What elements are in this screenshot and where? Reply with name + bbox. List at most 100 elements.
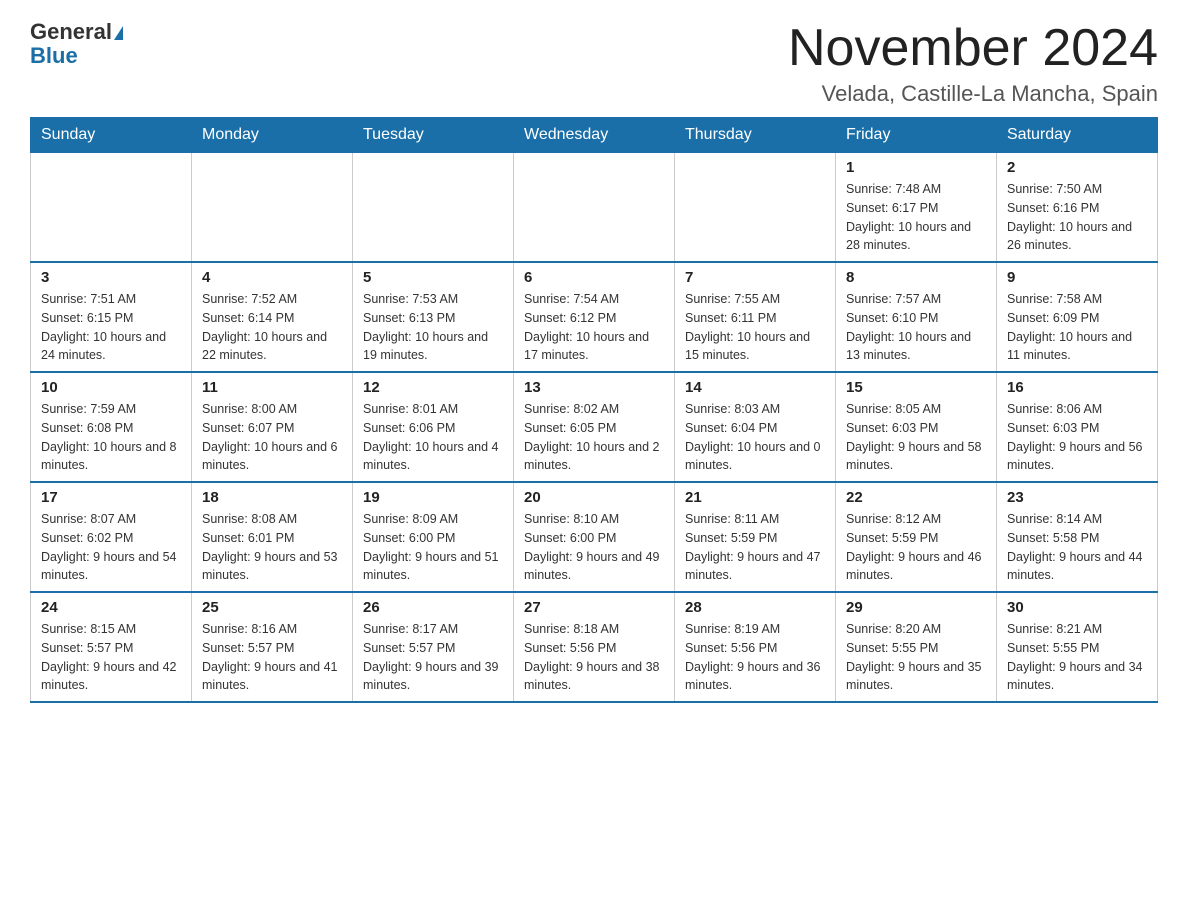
calendar-cell: 13 Sunrise: 8:02 AMSunset: 6:05 PMDayligh… — [514, 372, 675, 482]
day-info: Sunrise: 8:19 AMSunset: 5:56 PMDaylight:… — [685, 620, 825, 695]
day-info: Sunrise: 8:10 AMSunset: 6:00 PMDaylight:… — [524, 510, 664, 585]
calendar-table: SundayMondayTuesdayWednesdayThursdayFrid… — [30, 117, 1158, 703]
day-info: Sunrise: 8:00 AMSunset: 6:07 PMDaylight:… — [202, 400, 342, 475]
day-number: 16 — [1007, 379, 1147, 396]
calendar-week-row: 17 Sunrise: 8:07 AMSunset: 6:02 PMDayligh… — [31, 482, 1158, 592]
calendar-cell — [31, 153, 192, 263]
calendar-cell: 14Sunrise: 8:03 AMSunset: 6:04 PMDayligh… — [675, 372, 836, 482]
day-info: Sunrise: 8:14 AMSunset: 5:58 PMDaylight:… — [1007, 510, 1147, 585]
day-info: Sunrise: 8:20 AMSunset: 5:55 PMDaylight:… — [846, 620, 986, 695]
calendar-header-monday: Monday — [192, 118, 353, 153]
calendar-cell: 30 Sunrise: 8:21 AMSunset: 5:55 PMDayligh… — [997, 592, 1158, 702]
calendar-header-saturday: Saturday — [997, 118, 1158, 153]
calendar-cell: 6 Sunrise: 7:54 AMSunset: 6:12 PMDaylight… — [514, 262, 675, 372]
day-number: 17 — [41, 489, 181, 506]
day-number: 1 — [846, 159, 986, 176]
calendar-cell: 15Sunrise: 8:05 AMSunset: 6:03 PMDayligh… — [836, 372, 997, 482]
calendar-cell: 16 Sunrise: 8:06 AMSunset: 6:03 PMDayligh… — [997, 372, 1158, 482]
calendar-header-sunday: Sunday — [31, 118, 192, 153]
day-info: Sunrise: 7:52 AMSunset: 6:14 PMDaylight:… — [202, 290, 342, 365]
calendar-cell: 21 Sunrise: 8:11 AMSunset: 5:59 PMDayligh… — [675, 482, 836, 592]
day-number: 2 — [1007, 159, 1147, 176]
day-info: Sunrise: 7:55 AMSunset: 6:11 PMDaylight:… — [685, 290, 825, 365]
calendar-cell: 9 Sunrise: 7:58 AMSunset: 6:09 PMDaylight… — [997, 262, 1158, 372]
day-info: Sunrise: 8:07 AMSunset: 6:02 PMDaylight:… — [41, 510, 181, 585]
day-number: 27 — [524, 599, 664, 616]
day-number: 8 — [846, 269, 986, 286]
header: General Blue November 2024 Velada, Casti… — [30, 20, 1158, 107]
day-number: 26 — [363, 599, 503, 616]
day-info: Sunrise: 8:18 AMSunset: 5:56 PMDaylight:… — [524, 620, 664, 695]
calendar-cell: 7 Sunrise: 7:55 AMSunset: 6:11 PMDaylight… — [675, 262, 836, 372]
calendar-cell: 11Sunrise: 8:00 AMSunset: 6:07 PMDayligh… — [192, 372, 353, 482]
calendar-cell: 26 Sunrise: 8:17 AMSunset: 5:57 PMDayligh… — [353, 592, 514, 702]
day-info: Sunrise: 7:54 AMSunset: 6:12 PMDaylight:… — [524, 290, 664, 365]
calendar-header-tuesday: Tuesday — [353, 118, 514, 153]
day-info: Sunrise: 7:51 AMSunset: 6:15 PMDaylight:… — [41, 290, 181, 365]
calendar-cell: 18Sunrise: 8:08 AMSunset: 6:01 PMDayligh… — [192, 482, 353, 592]
calendar-cell: 2 Sunrise: 7:50 AMSunset: 6:16 PMDaylight… — [997, 153, 1158, 263]
calendar-cell: 5 Sunrise: 7:53 AMSunset: 6:13 PMDaylight… — [353, 262, 514, 372]
calendar-cell: 17 Sunrise: 8:07 AMSunset: 6:02 PMDayligh… — [31, 482, 192, 592]
day-info: Sunrise: 8:16 AMSunset: 5:57 PMDaylight:… — [202, 620, 342, 695]
title-area: November 2024 Velada, Castille-La Mancha… — [788, 20, 1158, 107]
day-info: Sunrise: 8:21 AMSunset: 5:55 PMDaylight:… — [1007, 620, 1147, 695]
calendar-cell: 23 Sunrise: 8:14 AMSunset: 5:58 PMDayligh… — [997, 482, 1158, 592]
calendar-cell — [353, 153, 514, 263]
logo: General Blue — [30, 20, 123, 68]
day-number: 9 — [1007, 269, 1147, 286]
day-number: 18 — [202, 489, 342, 506]
calendar-week-row: 3 Sunrise: 7:51 AMSunset: 6:15 PMDaylight… — [31, 262, 1158, 372]
calendar-subtitle: Velada, Castille-La Mancha, Spain — [788, 81, 1158, 107]
day-info: Sunrise: 7:48 AMSunset: 6:17 PMDaylight:… — [846, 180, 986, 255]
calendar-cell: 8Sunrise: 7:57 AMSunset: 6:10 PMDaylight… — [836, 262, 997, 372]
day-number: 21 — [685, 489, 825, 506]
calendar-cell: 27 Sunrise: 8:18 AMSunset: 5:56 PMDayligh… — [514, 592, 675, 702]
calendar-header-row: SundayMondayTuesdayWednesdayThursdayFrid… — [31, 118, 1158, 153]
day-info: Sunrise: 8:06 AMSunset: 6:03 PMDaylight:… — [1007, 400, 1147, 475]
calendar-week-row: 24 Sunrise: 8:15 AMSunset: 5:57 PMDayligh… — [31, 592, 1158, 702]
calendar-cell: 24 Sunrise: 8:15 AMSunset: 5:57 PMDayligh… — [31, 592, 192, 702]
calendar-week-row: 1 Sunrise: 7:48 AMSunset: 6:17 PMDaylight… — [31, 153, 1158, 263]
day-number: 22 — [846, 489, 986, 506]
calendar-cell: 12Sunrise: 8:01 AMSunset: 6:06 PMDayligh… — [353, 372, 514, 482]
day-number: 13 — [524, 379, 664, 396]
day-number: 30 — [1007, 599, 1147, 616]
calendar-cell: 25 Sunrise: 8:16 AMSunset: 5:57 PMDayligh… — [192, 592, 353, 702]
calendar-cell: 3 Sunrise: 7:51 AMSunset: 6:15 PMDaylight… — [31, 262, 192, 372]
day-number: 20 — [524, 489, 664, 506]
calendar-cell: 28 Sunrise: 8:19 AMSunset: 5:56 PMDayligh… — [675, 592, 836, 702]
day-number: 23 — [1007, 489, 1147, 506]
day-info: Sunrise: 7:59 AMSunset: 6:08 PMDaylight:… — [41, 400, 181, 475]
calendar-cell: 29 Sunrise: 8:20 AMSunset: 5:55 PMDayligh… — [836, 592, 997, 702]
day-number: 7 — [685, 269, 825, 286]
calendar-cell — [192, 153, 353, 263]
day-info: Sunrise: 7:50 AMSunset: 6:16 PMDaylight:… — [1007, 180, 1147, 255]
calendar-header-wednesday: Wednesday — [514, 118, 675, 153]
logo-general-text: General — [30, 19, 112, 44]
day-number: 29 — [846, 599, 986, 616]
day-info: Sunrise: 8:15 AMSunset: 5:57 PMDaylight:… — [41, 620, 181, 695]
day-number: 19 — [363, 489, 503, 506]
calendar-cell — [675, 153, 836, 263]
day-number: 5 — [363, 269, 503, 286]
day-info: Sunrise: 8:12 AMSunset: 5:59 PMDaylight:… — [846, 510, 986, 585]
day-info: Sunrise: 8:09 AMSunset: 6:00 PMDaylight:… — [363, 510, 503, 585]
day-number: 12 — [363, 379, 503, 396]
day-info: Sunrise: 8:17 AMSunset: 5:57 PMDaylight:… — [363, 620, 503, 695]
calendar-cell — [514, 153, 675, 263]
day-number: 28 — [685, 599, 825, 616]
day-info: Sunrise: 7:58 AMSunset: 6:09 PMDaylight:… — [1007, 290, 1147, 365]
day-info: Sunrise: 8:02 AMSunset: 6:05 PMDaylight:… — [524, 400, 664, 475]
day-number: 25 — [202, 599, 342, 616]
calendar-cell: 22 Sunrise: 8:12 AMSunset: 5:59 PMDayligh… — [836, 482, 997, 592]
day-number: 6 — [524, 269, 664, 286]
day-info: Sunrise: 7:53 AMSunset: 6:13 PMDaylight:… — [363, 290, 503, 365]
day-number: 24 — [41, 599, 181, 616]
calendar-cell: 1 Sunrise: 7:48 AMSunset: 6:17 PMDaylight… — [836, 153, 997, 263]
calendar-title: November 2024 — [788, 20, 1158, 77]
day-info: Sunrise: 8:11 AMSunset: 5:59 PMDaylight:… — [685, 510, 825, 585]
calendar-header-thursday: Thursday — [675, 118, 836, 153]
day-number: 3 — [41, 269, 181, 286]
day-number: 14 — [685, 379, 825, 396]
